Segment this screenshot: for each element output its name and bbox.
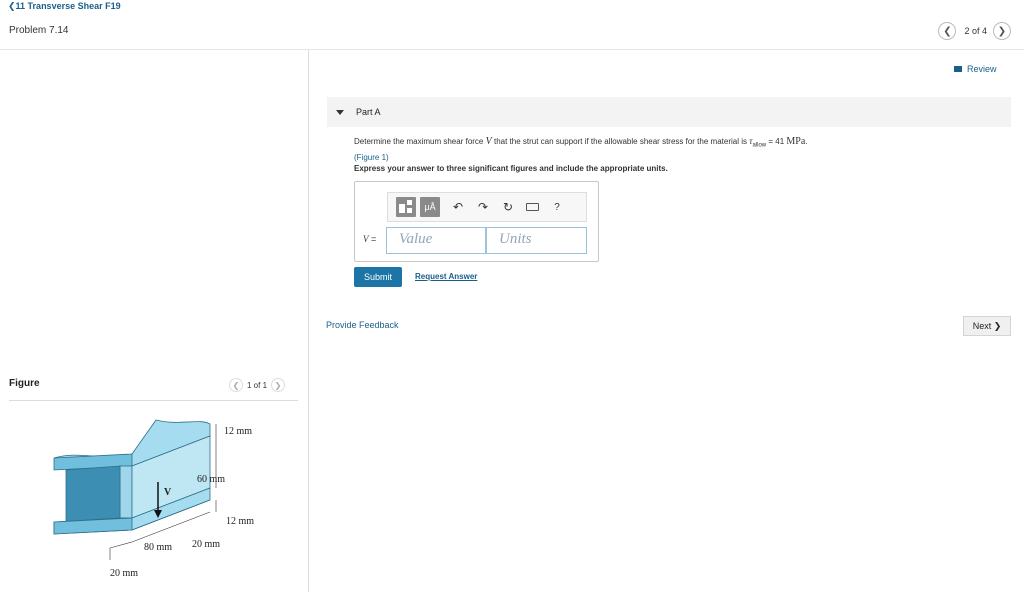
tau-units: MPa: [786, 136, 806, 147]
dim-width-right: 20 mm: [192, 539, 220, 550]
reset-icon[interactable]: ↻: [501, 200, 515, 214]
answer-label: V =: [363, 234, 376, 244]
question-end: .: [805, 137, 808, 146]
part-title: Part A: [356, 107, 381, 117]
part-a-header[interactable]: Part A: [327, 97, 1011, 127]
i-beam-figure: 12 mm 60 mm 12 mm 80 mm 20 mm 20 mm V: [53, 419, 254, 579]
tau-subscript: allow: [752, 142, 767, 149]
request-answer-link[interactable]: Request Answer: [415, 272, 477, 281]
units-input[interactable]: Units: [486, 227, 587, 254]
figure-next-button[interactable]: ❯: [271, 378, 286, 392]
panel-divider: [308, 50, 309, 592]
dim-width-left: 80 mm: [144, 542, 172, 553]
next-button[interactable]: Next ❯: [963, 316, 1011, 336]
question-mid: that the strut can support if the allowa…: [493, 137, 747, 146]
provide-feedback-link[interactable]: Provide Feedback: [326, 320, 399, 330]
figure-link[interactable]: (Figure 1): [354, 153, 389, 162]
undo-icon[interactable]: ↶: [451, 200, 465, 214]
dim-top-flange: 12 mm: [224, 426, 252, 437]
question-prefix: Determine the maximum shear force: [354, 137, 484, 146]
collapse-caret-icon[interactable]: [336, 109, 344, 115]
answer-equals: =: [368, 234, 377, 244]
templates-icon[interactable]: [396, 197, 416, 217]
prev-problem-button[interactable]: ❮: [938, 22, 957, 40]
assignment-link[interactable]: ❮11 Transverse Shear F19: [8, 1, 121, 12]
redo-icon[interactable]: ↷: [476, 200, 490, 214]
keyboard-icon[interactable]: [526, 203, 539, 211]
top-header: ❮11 Transverse Shear F19 Problem 7.14 ❮ …: [0, 0, 1024, 50]
figure-title: Figure: [9, 378, 40, 389]
problem-pager: ❮ 2 of 4 ❯: [938, 22, 1011, 40]
math-toolbar: μÅ ↶ ↷ ↻ ?: [387, 192, 587, 222]
question-variable: V: [485, 136, 492, 147]
help-icon[interactable]: ?: [550, 202, 564, 213]
tau-value: = 41: [766, 137, 787, 146]
force-label: V: [164, 487, 172, 498]
value-input[interactable]: Value: [386, 227, 486, 254]
dim-bottom-width: 20 mm: [110, 568, 138, 579]
problem-title: Problem 7.14: [9, 25, 69, 36]
figure-pager-text: 1 of 1: [247, 380, 268, 390]
figure-pager: ❮ 1 of 1 ❯: [229, 378, 286, 392]
question-text: Determine the maximum shear force V that…: [354, 136, 954, 163]
submit-button[interactable]: Submit: [354, 267, 402, 287]
instruction-text: Express your answer to three significant…: [354, 164, 668, 173]
review-icon: [954, 66, 962, 72]
dim-bottom-flange: 12 mm: [226, 516, 254, 527]
answer-box: μÅ ↶ ↷ ↻ ? V = Value Units: [354, 181, 599, 262]
next-problem-button[interactable]: ❯: [993, 22, 1011, 40]
figure-prev-button[interactable]: ❮: [229, 378, 243, 392]
pager-text: 2 of 4: [964, 26, 987, 36]
figure-separator: [9, 400, 298, 401]
units-symbol-button[interactable]: μÅ: [420, 197, 440, 217]
dim-web-height: 60 mm: [197, 474, 225, 485]
review-link[interactable]: Review: [954, 64, 997, 74]
review-label: Review: [967, 64, 997, 74]
